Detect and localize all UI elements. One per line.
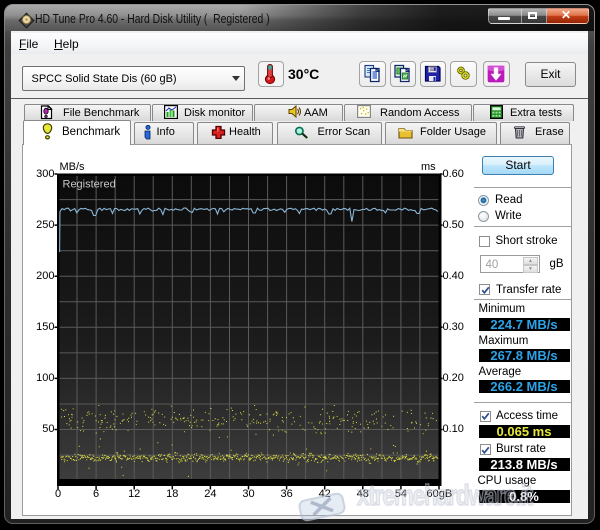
svg-text:Registered: Registered (63, 179, 116, 191)
